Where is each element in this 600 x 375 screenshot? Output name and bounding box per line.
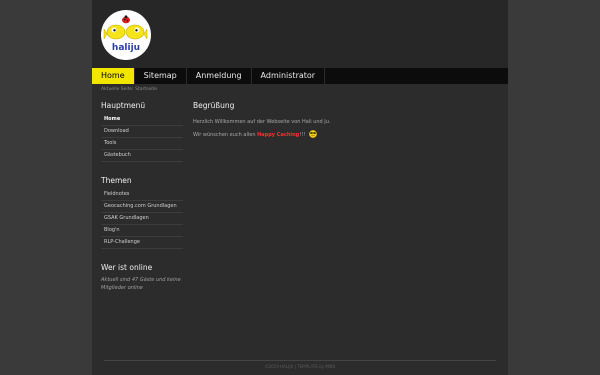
main-nav: Home Sitemap Anmeldung Administrator — [92, 68, 508, 84]
menu-item-fieldnotes[interactable]: Fieldnotes — [101, 189, 183, 201]
welcome-text: Herzlich Willkommen auf der Webseite von… — [193, 119, 331, 125]
cool-smiley-icon — [308, 130, 317, 138]
wish-suffix: !!! — [299, 132, 306, 138]
menu-item-gsak-basics[interactable]: GSAK Grundlagen — [101, 213, 183, 225]
online-status-text: Aktuell sind 47 Gäste und keine Mitglied… — [101, 277, 181, 291]
page-title: Begrüßung — [193, 101, 235, 110]
menu-item-tools[interactable]: Tools — [101, 138, 183, 150]
sidebar: Hauptmenü Home Download Tools Gästebuch … — [101, 101, 183, 292]
fish-logo-icon: haliju — [103, 15, 148, 53]
wish-prefix: Wir wünschen euch allen — [193, 132, 256, 138]
breadcrumb-prefix: Aktuelle Seite: — [101, 87, 134, 92]
menu-item-blog[interactable]: Blog'n — [101, 225, 183, 237]
themes-title: Themen — [101, 176, 132, 185]
nav-sitemap[interactable]: Sitemap — [135, 68, 187, 84]
menu-item-download[interactable]: Download — [101, 126, 183, 138]
main-content: Begrüßung Herzlich Willkommen auf der We… — [193, 101, 493, 143]
wish-line: Wir wünschen euch allen Happy Caching!!! — [193, 130, 493, 138]
menu-item-geocaching-basics[interactable]: Geocaching.com Grundlagen — [101, 201, 183, 213]
breadcrumb: Aktuelle Seite: Startseite — [92, 84, 508, 96]
online-title: Wer ist online — [101, 263, 153, 272]
site-logo[interactable]: haliju — [101, 10, 151, 60]
breadcrumb-current: Startseite — [135, 87, 158, 92]
site-footer: ©2019 HALIJU | TEMPLATE by MWS — [104, 360, 496, 369]
menu-item-rlp-challenge[interactable]: RLP-Challenge — [101, 237, 183, 249]
site-header: haliju — [92, 0, 508, 68]
themes-menu: Fieldnotes Geocaching.com Grundlagen GSA… — [101, 189, 183, 249]
nav-login[interactable]: Anmeldung — [187, 68, 252, 84]
main-menu: Home Download Tools Gästebuch — [101, 114, 183, 162]
wish-highlight: Happy Caching — [257, 132, 300, 138]
nav-administrator[interactable]: Administrator — [252, 68, 326, 84]
nav-home[interactable]: Home — [92, 68, 135, 84]
main-menu-title: Hauptmenü — [101, 101, 146, 110]
page: haliju Home Sitemap Anmeldung Administra… — [92, 0, 508, 375]
menu-item-home[interactable]: Home — [101, 114, 183, 126]
menu-item-guestbook[interactable]: Gästebuch — [101, 150, 183, 162]
logo-text: haliju — [112, 43, 140, 53]
